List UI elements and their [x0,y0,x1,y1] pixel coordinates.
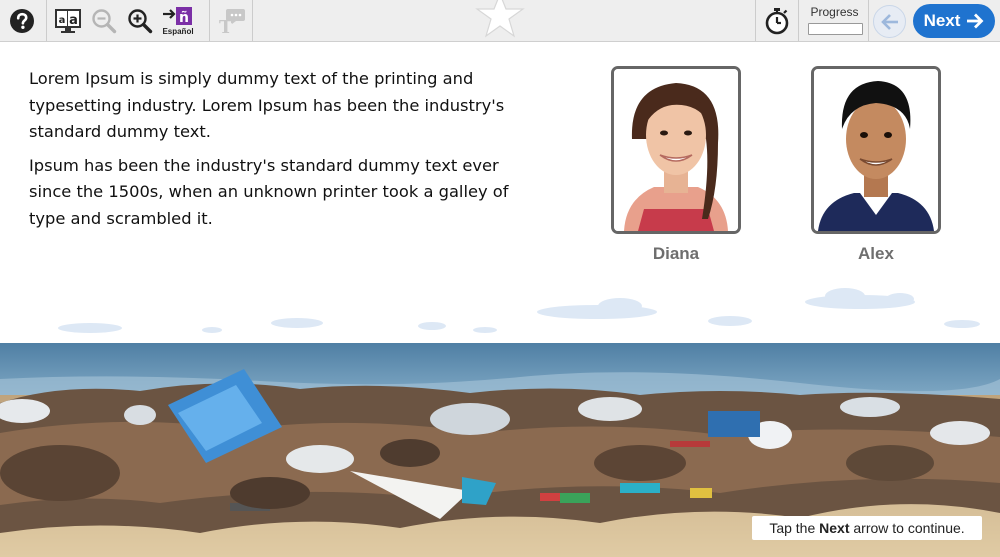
translate-enye-icon: ñ [163,6,192,26]
zoom-out-button[interactable] [86,3,122,39]
text-to-speech-button[interactable]: T [213,3,249,39]
lesson-text: Lorem Ipsum is simply dummy text of the … [29,66,509,232]
hint-text-after: arrow to continue. [849,520,965,536]
toolbar-divider [868,0,869,41]
hint-text-bold: Next [819,520,850,536]
svg-text:a: a [59,15,66,26]
alex-portrait [814,69,938,231]
next-hint: Tap the Next arrow to continue. [752,516,982,540]
toolbar-divider [46,0,47,41]
hint-text-before: Tap the [769,520,820,536]
character-name: Diana [652,244,700,263]
help-button[interactable] [4,3,40,39]
back-button[interactable] [873,5,906,38]
toolbar-tts-group: T [213,0,249,41]
svg-text:a: a [69,13,78,28]
language-label: Español [162,26,194,36]
question-circle-icon [10,8,34,33]
progress-bar [808,23,863,35]
progress-indicator: Progress [802,0,867,41]
star-icon [475,0,525,38]
arrow-right-icon [967,13,984,29]
paragraph: Lorem Ipsum is simply dummy text of the … [29,69,505,141]
next-button[interactable]: Next [913,4,995,38]
arrow-left-icon [880,13,898,30]
toolbar-divider [755,0,756,41]
toolbar-left-group [4,0,40,41]
progress-label: Progress [810,5,859,19]
stopwatch-icon [765,7,789,34]
text-size-icon: a a [55,8,81,33]
text-size-button[interactable]: a a [50,3,86,39]
paragraph: Ipsum has been the industry's standard d… [29,155,509,228]
toolbar-tools-group: a a ñ Español [50,0,198,41]
zoom-in-icon [128,8,153,33]
zoom-in-button[interactable] [122,3,158,39]
cloud-decoration [58,288,980,333]
toolbar-divider [798,0,799,41]
toolbar-divider [209,0,210,41]
character-name: Alex [858,244,894,263]
toolbar: a a ñ Español T Progress Next [0,0,1000,42]
character-card-alex [811,66,941,234]
diana-portrait [614,69,738,231]
zoom-out-icon [92,8,117,33]
svg-text:ñ: ñ [179,10,189,26]
toolbar-right-group [759,0,795,41]
character-card-diana [611,66,741,234]
language-button[interactable]: ñ Español [158,3,198,39]
next-button-label: Next [923,11,961,30]
text-to-speech-icon: T [219,8,245,36]
timer-button[interactable] [759,3,795,39]
toolbar-divider [252,0,253,41]
